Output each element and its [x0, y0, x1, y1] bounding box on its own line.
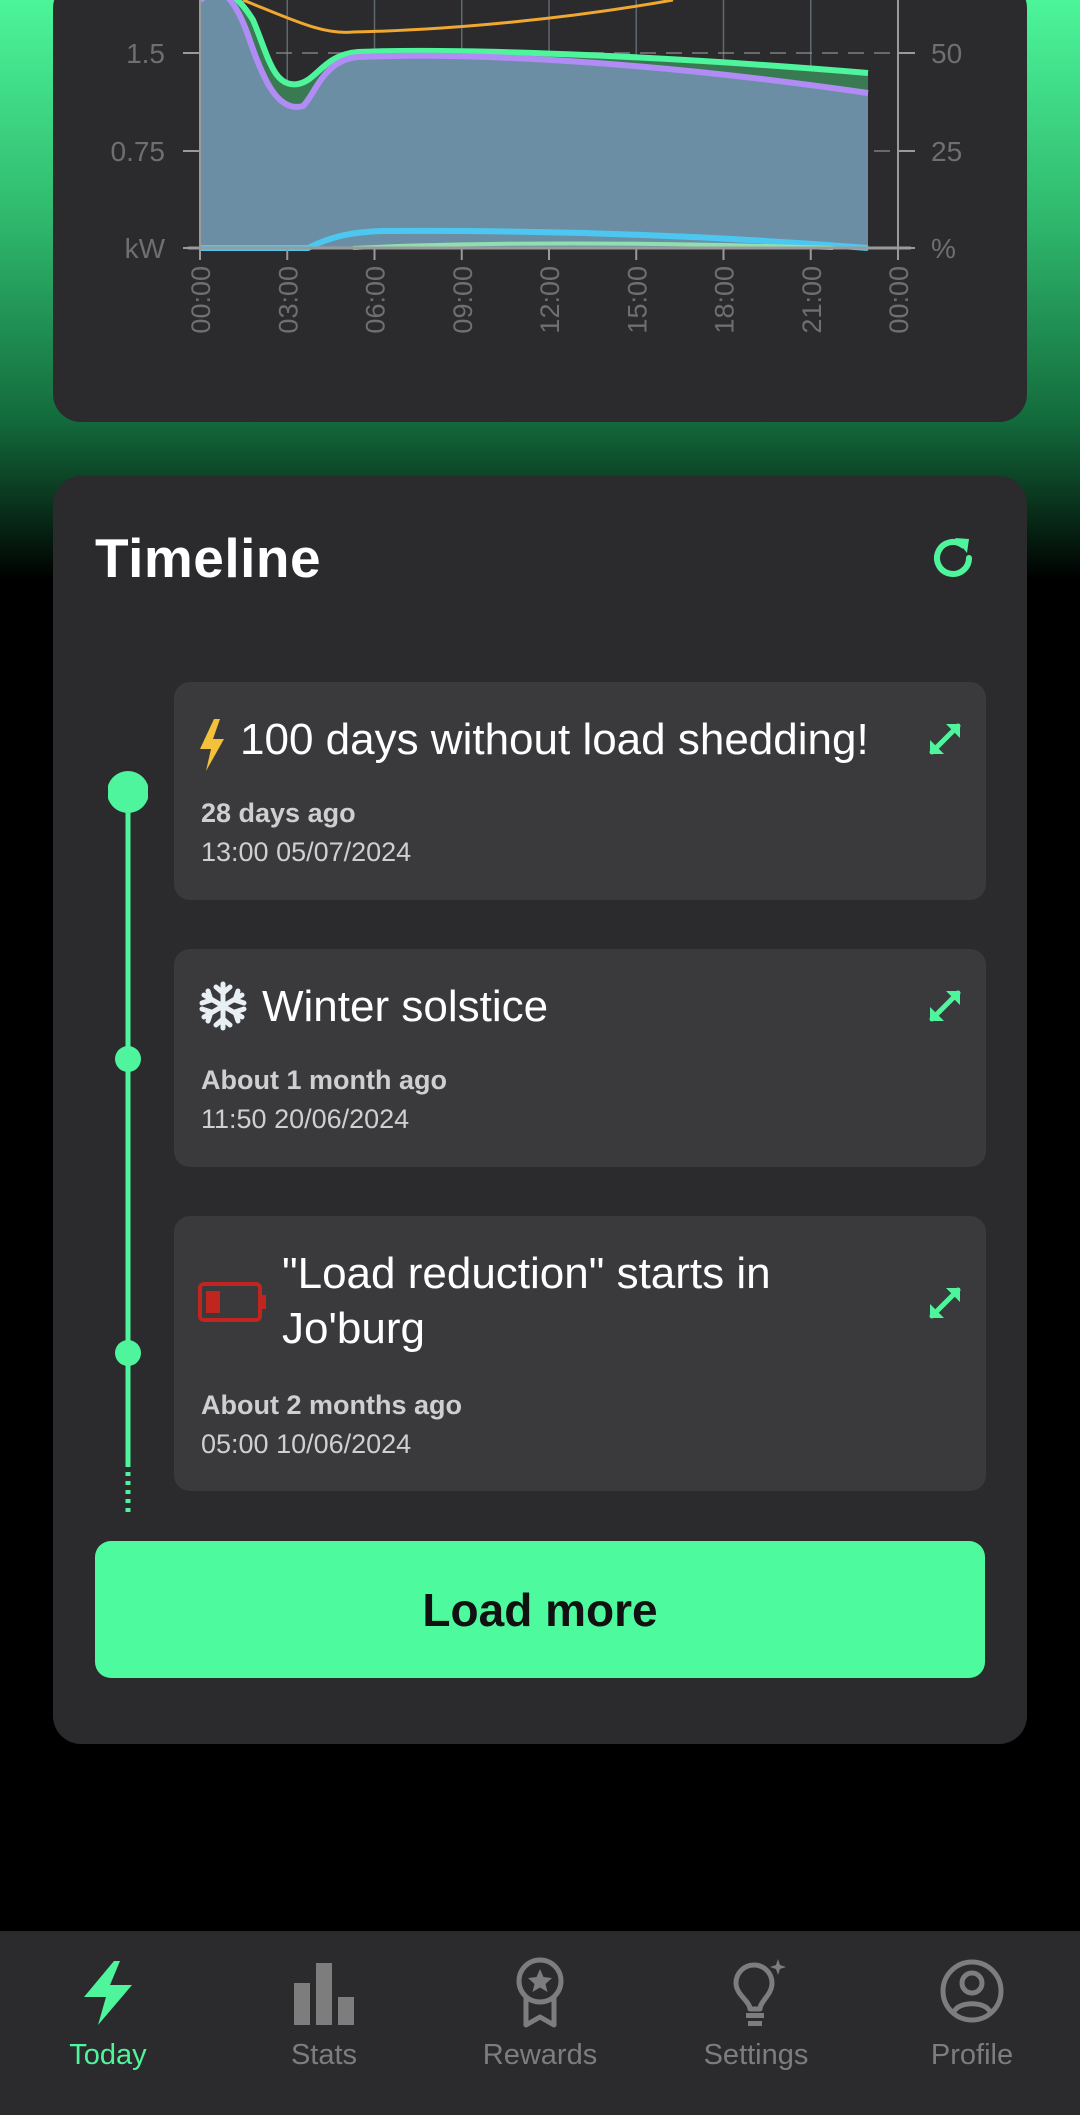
event-title: Winter solstice	[262, 982, 549, 1031]
nav-label: Today	[69, 2039, 147, 2071]
chart-y-right-label: 25	[931, 136, 962, 167]
event-datetime: 11:50 20/06/2024	[201, 1104, 410, 1134]
battery-low-icon	[198, 1282, 266, 1322]
chart-x-tick-label: 00:00	[186, 266, 216, 334]
energy-chart: kW 0.75 1.5 % 25 50 00:00 03:00 06:00 09:00 12:0…	[111, 0, 962, 334]
chart-x-tick-label: 12:00	[535, 266, 565, 334]
nav-label: Rewards	[482, 2039, 598, 2071]
chart-x-tick-label: 09:00	[448, 266, 478, 334]
nav-profile[interactable]: Profile	[864, 1931, 1080, 2115]
timeline-event[interactable]: Winter solstice About 1 month ago 11:50 …	[174, 949, 986, 1167]
chart-y-left-label: 1.5	[126, 38, 165, 69]
timeline-event[interactable]: "Load reduction" starts in Jo'burg About…	[174, 1216, 986, 1491]
nav-stats[interactable]: Stats	[216, 1931, 432, 2115]
timeline-node-2	[115, 1046, 141, 1072]
chart-x-tick-label: 03:00	[273, 266, 303, 334]
event-relative-time: About 1 month ago	[201, 1065, 447, 1095]
energy-chart-card: kW 0.75 1.5 % 25 50 00:00 03:00 06:00 09:00 12:0…	[53, 0, 1027, 422]
chart-x-tick-label: 00:00	[884, 266, 914, 334]
chart-y-left-label: 0.75	[111, 136, 166, 167]
bottom-navigation: Today Stats Rewards Settings Profile	[0, 1931, 1080, 2115]
timeline-event[interactable]: 100 days without load shedding! 28 days …	[174, 682, 986, 900]
timeline-node-3	[115, 1340, 141, 1366]
chart-series-blue-area	[200, 0, 868, 248]
refresh-icon[interactable]	[925, 530, 981, 586]
nav-rewards[interactable]: Rewards	[432, 1931, 648, 2115]
snowflake-icon	[199, 981, 247, 1031]
expand-icon[interactable]	[924, 718, 966, 760]
expand-icon[interactable]	[924, 1282, 966, 1324]
chart-x-tick-label: 06:00	[361, 266, 391, 334]
nav-settings[interactable]: Settings	[648, 1931, 864, 2115]
chart-x-tick-label: 21:00	[797, 266, 827, 334]
lightbulb-icon	[733, 1959, 786, 2026]
event-relative-time: 28 days ago	[201, 798, 356, 828]
event-datetime: 05:00 10/06/2024	[201, 1429, 412, 1459]
event-datetime: 13:00 05/07/2024	[201, 837, 412, 867]
chart-series-orange-line	[242, 0, 674, 34]
chart-y-right-label: 50	[931, 38, 962, 69]
nav-today[interactable]: Today	[0, 1931, 216, 2115]
bar-chart-icon	[294, 1963, 354, 2025]
load-more-button[interactable]: Load more	[95, 1541, 985, 1678]
profile-icon	[940, 1959, 1004, 2023]
lightning-icon	[84, 1961, 132, 2025]
lightning-icon	[200, 719, 224, 771]
expand-icon[interactable]	[924, 985, 966, 1027]
chart-x-tick-label: 15:00	[622, 266, 652, 334]
nav-label: Settings	[703, 2039, 809, 2071]
timeline-node-1	[108, 771, 148, 813]
event-title: "Load reduction" starts in Jo'burg	[282, 1249, 771, 1353]
event-title: 100 days without load shedding!	[240, 715, 869, 764]
timeline-card: Timeline 100 days without load shedding!…	[53, 476, 1027, 1744]
chart-y-right-label: %	[931, 233, 956, 264]
chart-y-left-label: kW	[125, 233, 166, 264]
nav-label: Profile	[930, 2039, 1014, 2071]
nav-label: Stats	[290, 2039, 358, 2071]
medal-icon	[516, 1957, 564, 2028]
event-relative-time: About 2 months ago	[201, 1390, 462, 1420]
chart-x-tick-label: 18:00	[710, 266, 740, 334]
